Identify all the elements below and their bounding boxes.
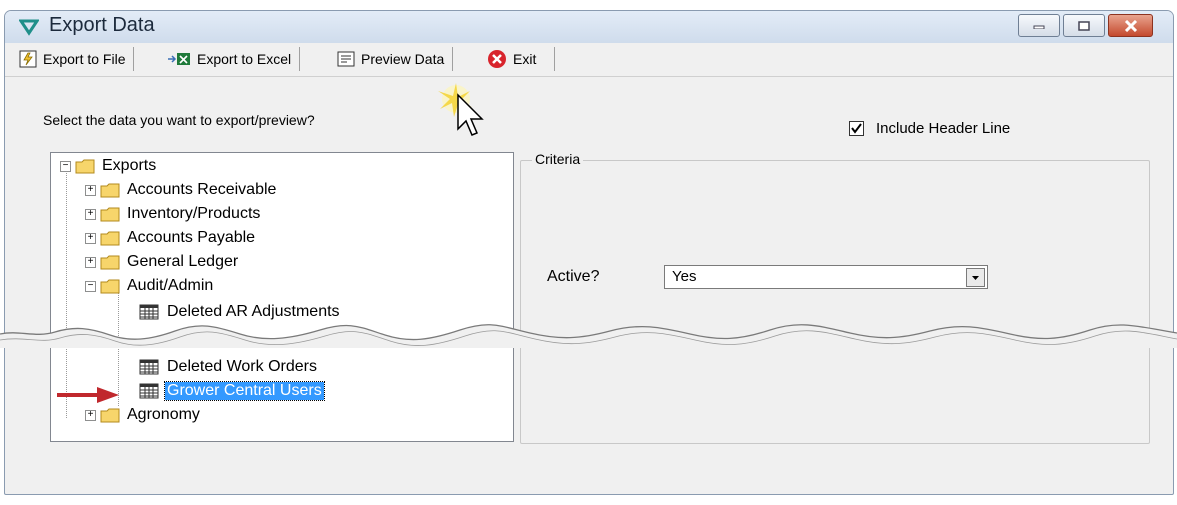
table-icon <box>139 359 159 375</box>
collapse-icon[interactable]: − <box>60 160 71 172</box>
expand-icon[interactable]: + <box>85 256 96 268</box>
folder-icon <box>100 207 120 221</box>
collapse-icon[interactable]: − <box>85 280 96 292</box>
minimize-icon <box>1033 25 1045 29</box>
tree-root-exports[interactable]: − Exports <box>60 157 158 175</box>
active-label: Active? <box>547 268 600 285</box>
folder-icon <box>100 408 120 422</box>
tree-item-deleted-work-orders[interactable]: Deleted Work Orders <box>139 358 319 376</box>
folder-icon <box>100 183 120 197</box>
close-button[interactable] <box>1108 14 1153 37</box>
folder-icon <box>100 279 120 293</box>
export-to-excel-label: Export to Excel <box>197 51 292 67</box>
tree-item-accounts-receivable[interactable]: + Accounts Receivable <box>85 181 278 199</box>
export-to-excel-button[interactable]: Export to Excel <box>167 47 301 71</box>
folder-icon <box>100 231 120 245</box>
exit-button[interactable]: Exit <box>487 47 556 71</box>
close-icon <box>1124 19 1137 32</box>
checkbox-box[interactable] <box>849 121 864 136</box>
active-dropdown[interactable]: Yes <box>664 265 988 289</box>
include-header-checkbox[interactable]: Include Header Line <box>849 120 1010 137</box>
maximize-icon <box>1078 20 1090 31</box>
export-to-file-label: Export to File <box>43 51 126 67</box>
export-file-icon <box>19 50 37 68</box>
tree-item-audit-admin[interactable]: − Audit/Admin <box>85 277 215 295</box>
mouse-cursor-icon <box>438 83 484 136</box>
check-icon <box>851 123 862 134</box>
criteria-legend: Criteria <box>532 151 584 167</box>
criteria-groupbox <box>520 160 1150 444</box>
torn-edge-overlay <box>0 324 1177 348</box>
export-to-file-button[interactable]: Export to File <box>19 47 135 71</box>
red-pointer-arrow-icon <box>57 387 119 403</box>
folder-icon <box>100 255 120 269</box>
expand-icon[interactable]: + <box>85 409 96 421</box>
select-data-prompt: Select the data you want to export/previ… <box>43 112 315 128</box>
minimize-button[interactable] <box>1018 14 1060 37</box>
table-icon <box>139 383 159 399</box>
chevron-down-icon <box>972 276 979 280</box>
preview-data-label: Preview Data <box>361 51 445 67</box>
tree-item-general-ledger[interactable]: + General Ledger <box>85 253 240 271</box>
tree-item-agronomy[interactable]: + Agronomy <box>85 406 202 424</box>
tree-item-inventory-products[interactable]: + Inventory/Products <box>85 205 262 223</box>
preview-data-button[interactable]: Preview Data <box>337 47 454 71</box>
dropdown-arrow-button[interactable] <box>966 268 985 287</box>
expand-icon[interactable]: + <box>85 208 96 220</box>
expand-icon[interactable]: + <box>85 184 96 196</box>
excel-icon <box>168 53 190 65</box>
expand-icon[interactable]: + <box>85 232 96 244</box>
exit-label: Exit <box>513 51 537 67</box>
app-logo-icon <box>19 19 39 36</box>
toolbar: Export to File Export to Excel Preview D… <box>5 43 1173 77</box>
maximize-button[interactable] <box>1063 14 1105 37</box>
tree-item-grower-central-users[interactable]: Grower Central Users <box>139 381 325 401</box>
folder-icon <box>75 159 95 173</box>
window-title: Export Data <box>49 14 155 36</box>
include-header-label: Include Header Line <box>876 120 1011 137</box>
title-bar: Export Data <box>5 11 1173 43</box>
preview-icon <box>337 51 355 67</box>
tree-item-accounts-payable[interactable]: + Accounts Payable <box>85 229 257 247</box>
exit-icon <box>488 50 506 68</box>
active-dropdown-value: Yes <box>672 268 697 285</box>
